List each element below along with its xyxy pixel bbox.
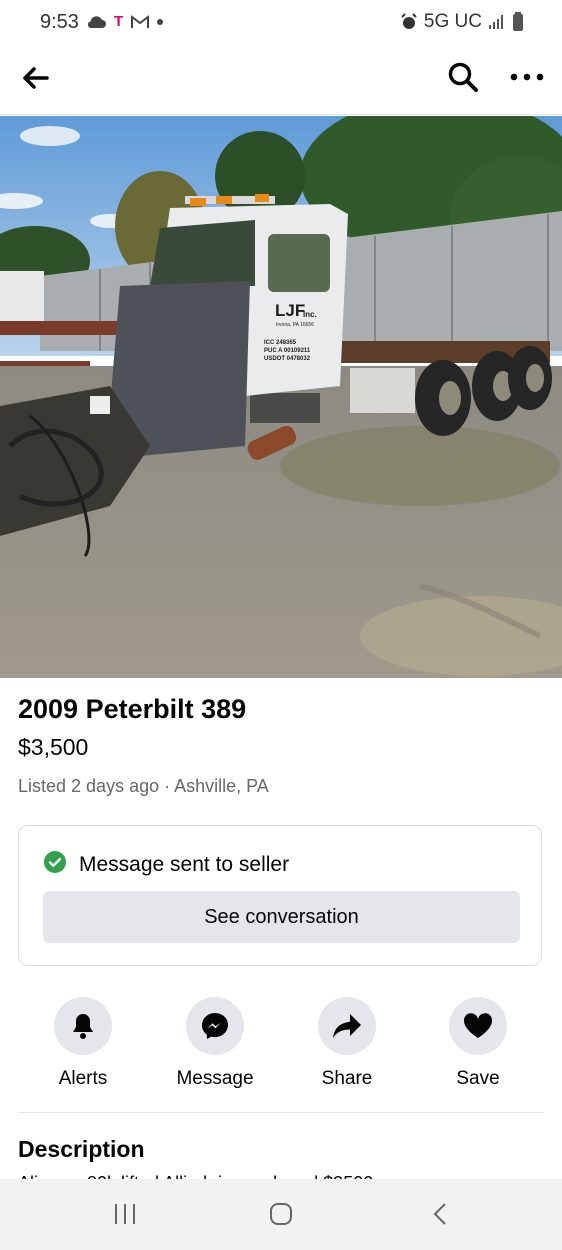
see-conversation-button[interactable]: See conversation [43, 891, 520, 943]
door-logo: LJF [275, 301, 305, 320]
door-icc: ICC 248365 [264, 340, 297, 346]
listing-meta[interactable]: Listed 2 days ago · Ashville, PA [18, 776, 269, 797]
listing-photo[interactable]: LJF Inc. Irvona, PA 16656 ICC 248365 PUC… [0, 116, 562, 678]
system-back-button[interactable] [420, 1197, 460, 1231]
home-icon [270, 1203, 292, 1225]
status-system: 5G UC [400, 11, 524, 33]
status-time: 9:53 [40, 11, 79, 33]
message-button[interactable]: Message [165, 997, 265, 1090]
alerts-button[interactable]: Alerts [33, 997, 133, 1090]
message-label: Message [176, 1068, 254, 1089]
recents-button[interactable] [105, 1197, 145, 1231]
door-logo-inc: Inc. [303, 310, 317, 319]
back-button[interactable] [18, 60, 54, 96]
bell-icon [73, 1014, 93, 1039]
chevron-left-icon [433, 1203, 446, 1225]
truck-photo: LJF Inc. Irvona, PA 16656 ICC 248365 PUC… [0, 116, 562, 678]
cloud-icon [87, 15, 106, 28]
alarm-icon [401, 13, 417, 29]
search-button[interactable] [444, 58, 482, 96]
listing-title: 2009 Peterbilt 389 [18, 694, 247, 724]
action-row: Alerts Message Share Save [0, 997, 562, 1097]
message-circle[interactable] [186, 997, 244, 1055]
share-label: Share [321, 1068, 373, 1089]
message-status-text: Message sent to seller [79, 853, 290, 876]
save-circle[interactable] [449, 997, 507, 1055]
signal-icon [489, 15, 503, 29]
arrow-left-icon [23, 67, 49, 89]
gmail-icon [131, 14, 150, 28]
home-button[interactable] [261, 1197, 301, 1231]
alerts-label: Alerts [58, 1068, 108, 1089]
share-button[interactable]: Share [297, 997, 397, 1090]
dot-icon [157, 18, 164, 25]
recents-icon [115, 1204, 135, 1224]
network-label: 5G UC [423, 11, 482, 32]
search-icon [448, 62, 478, 92]
status-notifications: T [86, 13, 164, 30]
status-bar: 9:53 T 5G UC [0, 0, 562, 46]
share-circle[interactable] [318, 997, 376, 1055]
alerts-circle[interactable] [54, 997, 112, 1055]
listing-price: $3,500 [18, 734, 89, 760]
description-heading: Description [18, 1136, 145, 1162]
save-button[interactable]: Save [428, 997, 528, 1090]
door-usdot: USDOT 0478032 [264, 356, 311, 362]
door-puc: PUC A 00109211 [264, 348, 311, 354]
message-status-card: Message sent to seller See conversation [18, 825, 542, 966]
save-label: Save [456, 1068, 500, 1089]
more-options-button[interactable] [506, 58, 548, 96]
door-town: Irvona, PA 16656 [276, 322, 314, 328]
heart-icon [463, 1013, 493, 1038]
section-divider [18, 1112, 544, 1113]
system-navigation-bar [0, 1179, 562, 1250]
messenger-icon [202, 1013, 228, 1039]
top-navigation [0, 46, 562, 115]
battery-icon [513, 12, 523, 31]
more-horizontal-icon [510, 73, 544, 81]
tmobile-icon: T [114, 13, 124, 30]
share-icon [333, 1014, 361, 1038]
check-circle-icon [44, 851, 66, 873]
